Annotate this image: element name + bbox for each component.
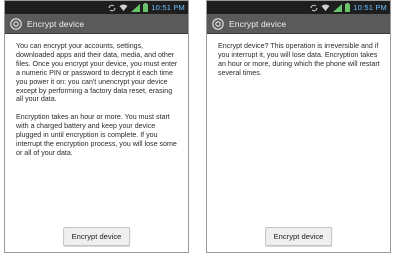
signal-icon xyxy=(333,3,343,12)
wifi-icon xyxy=(321,4,330,11)
encrypt-info-paragraph: You can encrypt your accounts, settings,… xyxy=(16,42,178,104)
title-bar: Encrypt device xyxy=(207,14,390,34)
clock: 10:51 PM xyxy=(353,3,387,12)
signal-icon xyxy=(131,3,141,12)
clock: 10:51 PM xyxy=(151,3,185,12)
phone-screen-left: 10:51 PM Encrypt device You can encrypt … xyxy=(4,0,189,253)
settings-gear-icon xyxy=(10,17,22,30)
settings-gear-icon xyxy=(212,17,224,30)
battery-icon xyxy=(345,3,351,12)
encrypt-device-button[interactable]: Encrypt device xyxy=(62,227,131,246)
sync-icon xyxy=(108,4,116,11)
encrypt-warning-paragraph: Encryption takes an hour or more. You mu… xyxy=(16,113,177,157)
description: You can encrypt your accounts, settings,… xyxy=(5,34,188,158)
phone-screen-right: 10:51 PM Encrypt device Encrypt device? … xyxy=(206,0,391,253)
screen-title: Encrypt device xyxy=(229,18,287,29)
status-icons: 10:51 PM xyxy=(310,2,387,13)
screen-title: Encrypt device xyxy=(27,18,85,29)
sync-icon xyxy=(310,4,318,11)
status-bar: 10:51 PM xyxy=(5,1,188,14)
encrypt-device-button[interactable]: Encrypt device xyxy=(264,227,333,246)
battery-icon xyxy=(143,3,149,12)
confirmation-text: Encrypt device? This operation is irreve… xyxy=(207,34,390,78)
confirm-paragraph: Encrypt device? This operation is irreve… xyxy=(218,42,380,77)
status-icons: 10:51 PM xyxy=(108,2,185,13)
wifi-icon xyxy=(119,4,128,11)
title-bar: Encrypt device xyxy=(5,14,188,34)
status-bar: 10:51 PM xyxy=(207,1,390,14)
